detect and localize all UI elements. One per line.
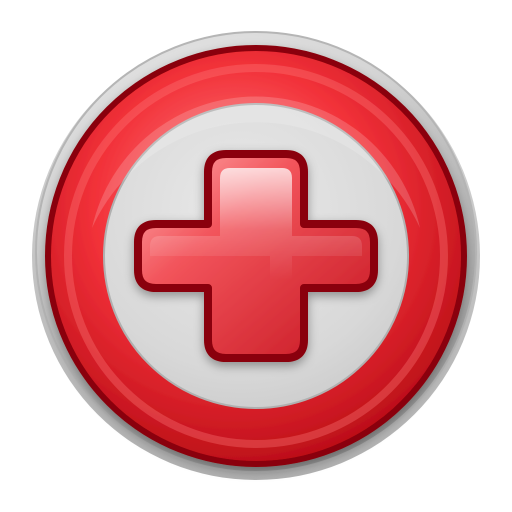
icon-stage (0, 0, 512, 512)
plus-icon (32, 31, 480, 480)
add-button[interactable] (0, 0, 512, 512)
